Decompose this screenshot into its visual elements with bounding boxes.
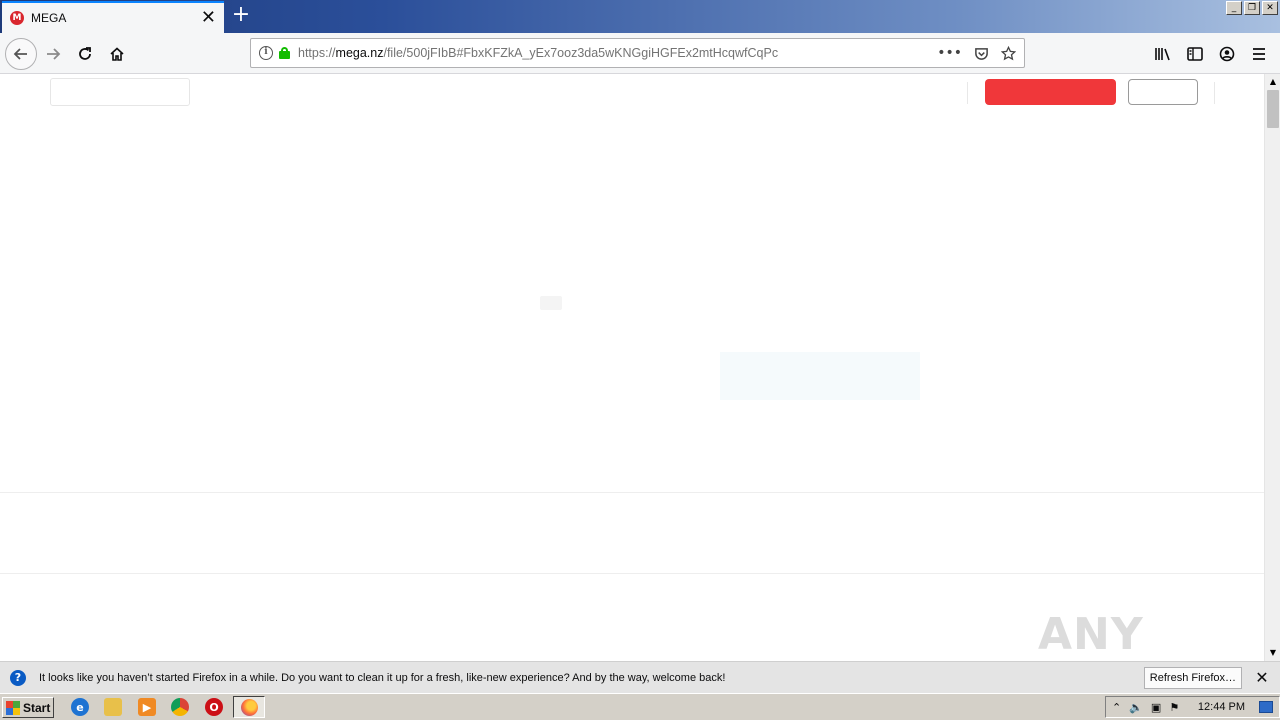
opera-icon[interactable]: O (205, 698, 223, 716)
refresh-notification-bar: ? It looks like you haven’t started Fire… (0, 661, 1280, 693)
navigation-bar: i https://mega.nz/file/500jFIbB#FbxKFZkA… (0, 33, 1280, 74)
system-tray: ⌃ 🔈 ▣ ⚑ 12:44 PM (1105, 696, 1280, 718)
header-divider (967, 82, 968, 104)
forward-arrow-icon (47, 48, 61, 60)
chrome-icon[interactable] (171, 698, 189, 716)
tray-expand-icon[interactable]: ⌃ (1112, 701, 1121, 714)
network-icon[interactable]: ▣ (1151, 701, 1161, 714)
volume-icon[interactable]: 🔈 (1129, 701, 1143, 714)
firefox-task-button[interactable] (233, 696, 265, 718)
show-desktop-icon[interactable] (1259, 701, 1273, 713)
tab-close-icon[interactable]: ✕ (201, 9, 216, 27)
login-button[interactable] (1128, 79, 1198, 105)
section-divider (0, 573, 1264, 574)
page-scrollbar[interactable]: ▲ ▼ (1264, 74, 1280, 661)
address-bar[interactable]: i https://mega.nz/file/500jFIbB#FbxKFZkA… (250, 38, 1025, 68)
internet-explorer-icon[interactable]: e (71, 698, 89, 716)
taskbar: Start e ▶ O ⌃ 🔈 ▣ ⚑ 12:44 PM (0, 693, 1280, 720)
url-text[interactable]: https://mega.nz/file/500jFIbB#FbxKFZkA_y… (298, 46, 937, 60)
scroll-down-icon[interactable]: ▼ (1265, 645, 1280, 661)
restore-button[interactable]: ❐ (1244, 1, 1260, 15)
download-panel[interactable] (720, 352, 920, 400)
library-icon[interactable] (1154, 46, 1172, 62)
anyrun-watermark: ANY RUN (1038, 609, 1146, 661)
start-label: Start (23, 700, 51, 715)
tab-title: MEGA (31, 11, 67, 25)
notification-text: It looks like you haven’t started Firefo… (39, 671, 726, 684)
folder-icon[interactable] (104, 698, 122, 716)
firefox-icon (240, 698, 258, 716)
notification-close-icon[interactable]: ✕ (1254, 668, 1270, 687)
site-info-icon[interactable]: i (259, 46, 273, 60)
url-host: mega.nz (335, 46, 384, 60)
url-path: /file/500jFIbB#FbxKFZkA_yEx7ooz3da5wKNGg… (383, 46, 779, 60)
toolbar-right (1154, 33, 1280, 74)
clock[interactable]: 12:44 PM (1198, 701, 1245, 713)
sidebar-icon[interactable] (1186, 46, 1204, 62)
menu-icon[interactable] (1250, 46, 1268, 62)
page-content: ANY RUN (0, 74, 1264, 661)
lock-icon (279, 47, 290, 59)
create-account-button[interactable] (985, 79, 1116, 105)
url-actions: ••• (937, 45, 1016, 61)
media-player-icon[interactable]: ▶ (138, 698, 156, 716)
minimize-button[interactable]: _ (1226, 1, 1242, 15)
back-arrow-icon (13, 48, 27, 60)
file-type-icon (540, 296, 562, 310)
windows-logo-icon (6, 700, 20, 715)
action-center-flag-icon[interactable]: ⚑ (1169, 701, 1179, 714)
tab-mega[interactable]: M MEGA ✕ (2, 1, 224, 33)
close-window-button[interactable]: ✕ (1262, 1, 1278, 15)
start-button[interactable]: Start (2, 697, 54, 718)
pocket-icon[interactable] (974, 46, 989, 61)
mega-logo-placeholder[interactable] (50, 78, 190, 106)
home-icon (110, 47, 124, 61)
forward-button[interactable] (40, 41, 66, 67)
window-controls: _ ❐ ✕ (1226, 1, 1278, 15)
section-divider (0, 492, 1264, 493)
reload-button[interactable] (72, 41, 98, 67)
url-scheme: https:// (298, 46, 336, 60)
scroll-thumb[interactable] (1267, 90, 1279, 128)
scroll-up-icon[interactable]: ▲ (1265, 74, 1280, 90)
refresh-firefox-button[interactable]: Refresh Firefox… (1143, 666, 1242, 689)
mega-favicon-icon: M (10, 11, 24, 25)
help-icon: ? (10, 669, 26, 686)
header-divider-right (1214, 82, 1215, 104)
file-icon-faded (536, 292, 566, 314)
new-tab-button[interactable]: + (230, 4, 252, 28)
home-button[interactable] (104, 41, 130, 67)
account-icon[interactable] (1218, 46, 1236, 62)
tab-strip: M MEGA ✕ + _ ❐ ✕ (0, 0, 1280, 33)
page-actions-icon[interactable]: ••• (937, 45, 962, 61)
star-icon[interactable] (1001, 45, 1016, 61)
reload-icon (79, 47, 91, 60)
back-button[interactable] (5, 38, 37, 70)
